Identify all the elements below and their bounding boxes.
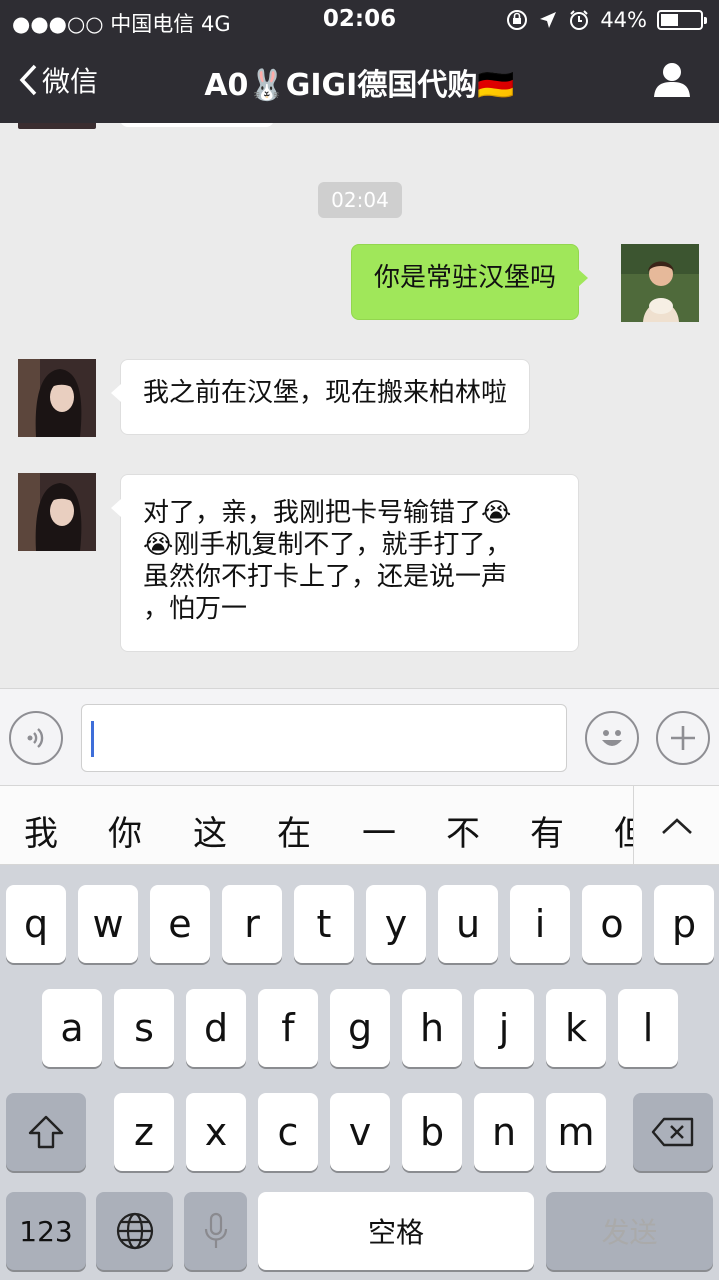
send-key[interactable]: 发送 — [546, 1192, 713, 1270]
key-q[interactable]: q — [6, 885, 66, 963]
globe-key[interactable] — [96, 1192, 173, 1270]
candidate-word[interactable]: 一 — [362, 806, 396, 855]
message-text: 你是常驻汉堡吗 — [374, 263, 557, 293]
candidate-word[interactable]: 我 — [24, 806, 58, 855]
emoji-icon — [602, 730, 622, 746]
voice-button[interactable] — [9, 711, 63, 765]
key-g[interactable]: g — [330, 989, 390, 1067]
message-line: 对了，亲，我刚把卡号输错了😭 — [143, 498, 512, 528]
person-icon — [654, 63, 690, 97]
key-y[interactable]: y — [366, 885, 426, 963]
key-o[interactable]: o — [582, 885, 642, 963]
nav-bar: 微信 A0🐰GIGI德国代购🇩🇪 — [0, 40, 719, 123]
key-b[interactable]: b — [402, 1093, 462, 1171]
avatar-self-image — [621, 244, 699, 322]
message-bubble-contact[interactable]: 我之前在汉堡，现在搬来柏林啦 — [110, 359, 531, 435]
delete-key[interactable] — [633, 1093, 713, 1171]
chat-timestamp: 02:04 — [318, 182, 402, 218]
key-h[interactable]: h — [402, 989, 462, 1067]
avatar-self[interactable] — [621, 244, 699, 322]
key-a[interactable]: a — [42, 989, 102, 1067]
avatar-contact[interactable] — [18, 359, 96, 437]
key-z[interactable]: z — [114, 1093, 174, 1171]
candidate-bar: 我 你 这 在 一 不 有 但 — [0, 785, 719, 865]
key-f[interactable]: f — [258, 989, 318, 1067]
chat-area[interactable]: 02:04 你是常驻汉堡吗 我之前在汉堡，现在搬来柏林啦 对了，亲，我刚把卡号输… — [0, 123, 719, 688]
message-line: 虽然你不打卡上了，还是说一声 — [143, 562, 508, 592]
text-caret — [91, 721, 94, 757]
chevron-up-icon — [661, 818, 692, 834]
key-i[interactable]: i — [510, 885, 570, 963]
key-d[interactable]: d — [186, 989, 246, 1067]
key-t[interactable]: t — [294, 885, 354, 963]
key-w[interactable]: w — [78, 885, 138, 963]
space-key[interactable]: 空格 — [258, 1192, 534, 1270]
battery-fill — [661, 14, 678, 26]
message-bubble-partial — [120, 123, 274, 127]
candidate-word[interactable]: 你 — [108, 806, 142, 855]
status-right: 44% — [506, 8, 707, 32]
shift-key[interactable] — [6, 1093, 86, 1171]
key-c[interactable]: c — [258, 1093, 318, 1171]
message-line: 😭刚手机复制不了，就手打了， — [143, 530, 512, 560]
candidate-word[interactable]: 有 — [530, 806, 564, 855]
key-k[interactable]: k — [546, 989, 606, 1067]
numbers-key[interactable]: 123 — [6, 1192, 86, 1270]
message-input[interactable] — [81, 704, 567, 772]
input-bar — [0, 688, 719, 785]
battery-icon — [657, 10, 707, 30]
key-j[interactable]: j — [474, 989, 534, 1067]
location-icon — [540, 12, 557, 28]
key-l[interactable]: l — [618, 989, 678, 1067]
profile-button[interactable] — [653, 62, 691, 102]
battery-percent: 44% — [600, 8, 647, 32]
alarm-icon — [570, 10, 589, 30]
message-bubble-self[interactable]: 你是常驻汉堡吗 — [351, 244, 589, 320]
key-n[interactable]: n — [474, 1093, 534, 1171]
chat-title: A0🐰GIGI德国代购🇩🇪 — [204, 68, 515, 103]
emoji-button[interactable] — [585, 711, 639, 765]
microphone-icon — [204, 1212, 227, 1248]
key-s[interactable]: s — [114, 989, 174, 1067]
key-m[interactable]: m — [546, 1093, 606, 1171]
status-bar: ●●●○○ 中国电信 4G 02:06 44% — [0, 0, 719, 40]
backspace-icon — [651, 1117, 694, 1147]
voice-icon — [27, 728, 44, 748]
more-button[interactable] — [656, 711, 710, 765]
avatar-contact-image — [18, 359, 96, 437]
candidate-word[interactable]: 这 — [193, 806, 227, 855]
expand-candidates-button[interactable] — [633, 786, 719, 864]
top-bar: ●●●○○ 中国电信 4G 02:06 44% 微信 A0🐰GIGI德国代购🇩🇪 — [0, 0, 719, 123]
globe-icon — [116, 1212, 153, 1250]
orientation-lock-icon — [507, 10, 528, 30]
message-line: ，怕万一 — [143, 594, 248, 624]
message-text: 我之前在汉堡，现在搬来柏林啦 — [143, 378, 508, 408]
key-p[interactable]: p — [654, 885, 714, 963]
key-r[interactable]: r — [222, 885, 282, 963]
message-bubble-contact[interactable]: 对了，亲，我刚把卡号输错了😭 😭刚手机复制不了，就手打了， 虽然你不打卡上了，还… — [111, 474, 579, 652]
key-x[interactable]: x — [186, 1093, 246, 1171]
avatar-partial — [18, 123, 96, 129]
avatar-contact[interactable] — [18, 473, 96, 551]
key-e[interactable]: e — [150, 885, 210, 963]
key-u[interactable]: u — [438, 885, 498, 963]
key-v[interactable]: v — [330, 1093, 390, 1171]
dictation-key[interactable] — [184, 1192, 247, 1270]
candidate-word[interactable]: 在 — [277, 806, 311, 855]
keyboard: q w e r t y u i o p a s d f g h j k l z … — [0, 865, 719, 1280]
plus-icon — [671, 726, 695, 750]
candidate-word[interactable]: 不 — [446, 806, 480, 855]
shift-icon — [28, 1115, 64, 1149]
avatar-contact-image — [18, 473, 96, 551]
